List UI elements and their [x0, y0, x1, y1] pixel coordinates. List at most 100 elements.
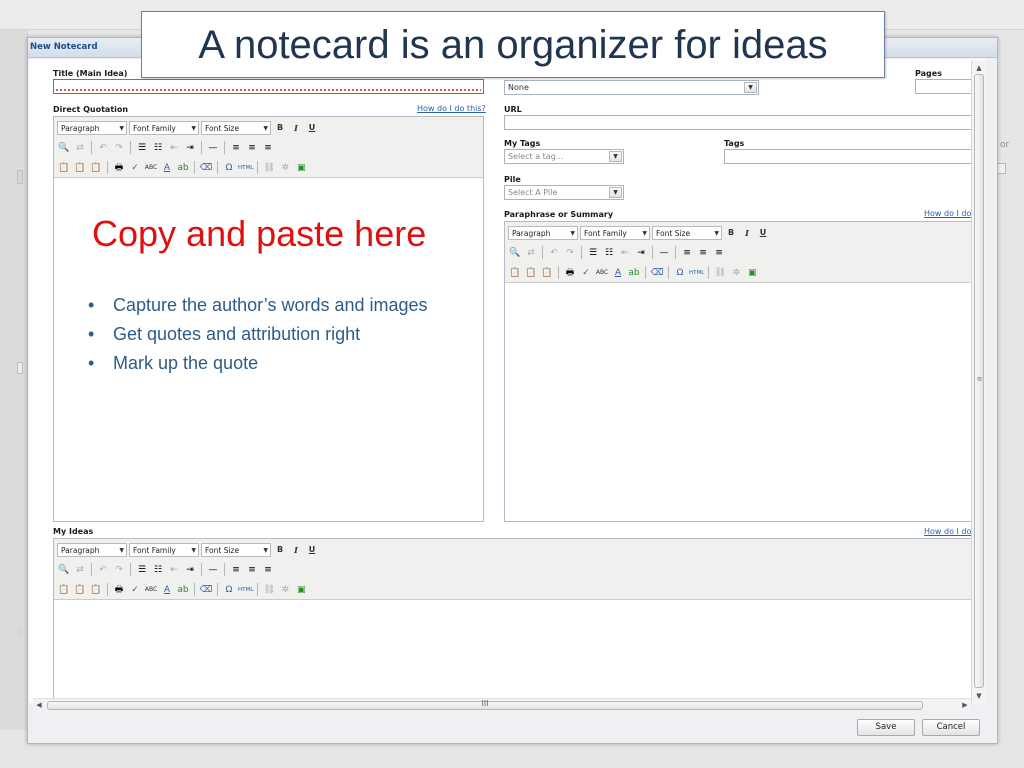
font-family-select[interactable]: Font Family ▼	[580, 225, 650, 240]
italic-button[interactable]: I	[289, 121, 303, 135]
source-select[interactable]: None ▼	[504, 80, 759, 95]
indent-icon[interactable]: ⇥	[634, 246, 648, 260]
underline-button[interactable]: U	[305, 121, 319, 135]
scroll-left-icon[interactable]: ◀	[33, 699, 45, 711]
vertical-scroll-thumb[interactable]: ≡	[974, 74, 984, 688]
strikethrough-button[interactable]: ABC	[144, 161, 158, 175]
pages-input[interactable]	[915, 79, 975, 94]
my-tags-select[interactable]: Select a tag... ▼	[504, 149, 624, 164]
paste-text-icon[interactable]: 📋	[73, 161, 87, 175]
special-char-icon[interactable]: Ω	[222, 161, 236, 175]
font-family-select[interactable]: Font Family ▼	[129, 542, 199, 557]
format-select[interactable]: Paragraph ▼	[57, 120, 127, 135]
bold-button[interactable]: B	[724, 226, 738, 240]
horizontal-scroll-thumb[interactable]: III	[47, 699, 923, 710]
spellcheck-icon[interactable]: ✓	[579, 266, 593, 280]
horizontal-rule-icon[interactable]: —	[206, 563, 220, 577]
find-icon[interactable]: 🔍	[508, 246, 522, 260]
print-icon[interactable]: 🖶	[563, 266, 577, 280]
bullet-list-icon[interactable]: ☰	[135, 563, 149, 577]
save-button[interactable]: Save	[857, 719, 915, 736]
underline-button[interactable]: U	[756, 226, 770, 240]
format-select[interactable]: Paragraph ▼	[508, 225, 578, 240]
undo-icon[interactable]: ↶	[96, 563, 110, 577]
highlight-color-icon[interactable]: ab	[627, 266, 641, 280]
font-size-select[interactable]: Font Size ▼	[201, 120, 271, 135]
paste-icon[interactable]: 📋	[508, 266, 522, 280]
link-icon[interactable]: ⛓	[262, 161, 276, 175]
link-icon[interactable]: ⛓	[262, 583, 276, 597]
image-icon[interactable]: ▣	[294, 161, 308, 175]
eraser-icon[interactable]: ⌫	[199, 161, 213, 175]
paraphrase-textarea[interactable]	[505, 284, 974, 521]
horizontal-rule-icon[interactable]: —	[657, 246, 671, 260]
numbered-list-icon[interactable]: ☷	[151, 563, 165, 577]
unlink-icon[interactable]: ✲	[278, 161, 292, 175]
align-left-icon[interactable]: ≡	[229, 563, 243, 577]
bold-button[interactable]: B	[273, 121, 287, 135]
html-button[interactable]: HTML	[689, 266, 704, 280]
align-center-icon[interactable]: ≡	[696, 246, 710, 260]
align-right-icon[interactable]: ≡	[261, 141, 275, 155]
print-icon[interactable]: 🖶	[112, 161, 126, 175]
paste-word-icon[interactable]: 📋	[540, 266, 554, 280]
format-select[interactable]: Paragraph ▼	[57, 542, 127, 557]
eraser-icon[interactable]: ⌫	[199, 583, 213, 597]
strikethrough-button[interactable]: ABC	[595, 266, 609, 280]
link-icon[interactable]: ⛓	[713, 266, 727, 280]
highlight-color-icon[interactable]: ab	[176, 161, 190, 175]
cancel-button[interactable]: Cancel	[922, 719, 980, 736]
paste-icon[interactable]: 📋	[57, 583, 71, 597]
align-right-icon[interactable]: ≡	[712, 246, 726, 260]
paste-text-icon[interactable]: 📋	[524, 266, 538, 280]
align-center-icon[interactable]: ≡	[245, 141, 259, 155]
text-color-icon[interactable]: A	[160, 161, 174, 175]
html-button[interactable]: HTML	[238, 583, 253, 597]
horizontal-rule-icon[interactable]: —	[206, 141, 220, 155]
bullet-list-icon[interactable]: ☰	[135, 141, 149, 155]
replace-icon[interactable]: ⇄	[73, 141, 87, 155]
align-right-icon[interactable]: ≡	[261, 563, 275, 577]
special-char-icon[interactable]: Ω	[222, 583, 236, 597]
url-input[interactable]	[504, 115, 975, 130]
numbered-list-icon[interactable]: ☷	[602, 246, 616, 260]
unlink-icon[interactable]: ✲	[278, 583, 292, 597]
font-size-select[interactable]: Font Size ▼	[201, 542, 271, 557]
horizontal-scrollbar[interactable]: ◀ III ▶	[33, 698, 971, 711]
scroll-up-icon[interactable]: ▲	[972, 62, 986, 74]
paraphrase-help-link[interactable]: How do I do	[924, 209, 971, 218]
print-icon[interactable]: 🖶	[112, 583, 126, 597]
image-icon[interactable]: ▣	[294, 583, 308, 597]
numbered-list-icon[interactable]: ☷	[151, 141, 165, 155]
indent-icon[interactable]: ⇥	[183, 141, 197, 155]
find-icon[interactable]: 🔍	[57, 563, 71, 577]
paste-word-icon[interactable]: 📋	[89, 161, 103, 175]
my-ideas-help-link[interactable]: How do I do	[924, 527, 971, 536]
special-char-icon[interactable]: Ω	[673, 266, 687, 280]
highlight-color-icon[interactable]: ab	[176, 583, 190, 597]
my-ideas-textarea[interactable]	[54, 601, 974, 701]
font-size-select[interactable]: Font Size ▼	[652, 225, 722, 240]
strikethrough-button[interactable]: ABC	[144, 583, 158, 597]
italic-button[interactable]: I	[289, 543, 303, 557]
undo-icon[interactable]: ↶	[96, 141, 110, 155]
paste-word-icon[interactable]: 📋	[89, 583, 103, 597]
paste-text-icon[interactable]: 📋	[73, 583, 87, 597]
outdent-icon[interactable]: ⇤	[167, 563, 181, 577]
eraser-icon[interactable]: ⌫	[650, 266, 664, 280]
redo-icon[interactable]: ↷	[563, 246, 577, 260]
title-input[interactable]	[53, 79, 484, 94]
bullet-list-icon[interactable]: ☰	[586, 246, 600, 260]
vertical-scrollbar[interactable]: ▲ ≡ ▼	[971, 60, 986, 705]
indent-icon[interactable]: ⇥	[183, 563, 197, 577]
undo-icon[interactable]: ↶	[547, 246, 561, 260]
text-color-icon[interactable]: A	[611, 266, 625, 280]
replace-icon[interactable]: ⇄	[524, 246, 538, 260]
align-left-icon[interactable]: ≡	[680, 246, 694, 260]
underline-button[interactable]: U	[305, 543, 319, 557]
scroll-down-icon[interactable]: ▼	[972, 690, 986, 702]
font-family-select[interactable]: Font Family ▼	[129, 120, 199, 135]
redo-icon[interactable]: ↷	[112, 141, 126, 155]
pile-select[interactable]: Select A Pile ▼	[504, 185, 624, 200]
direct-quotation-help-link[interactable]: How do I do this?	[417, 104, 486, 113]
